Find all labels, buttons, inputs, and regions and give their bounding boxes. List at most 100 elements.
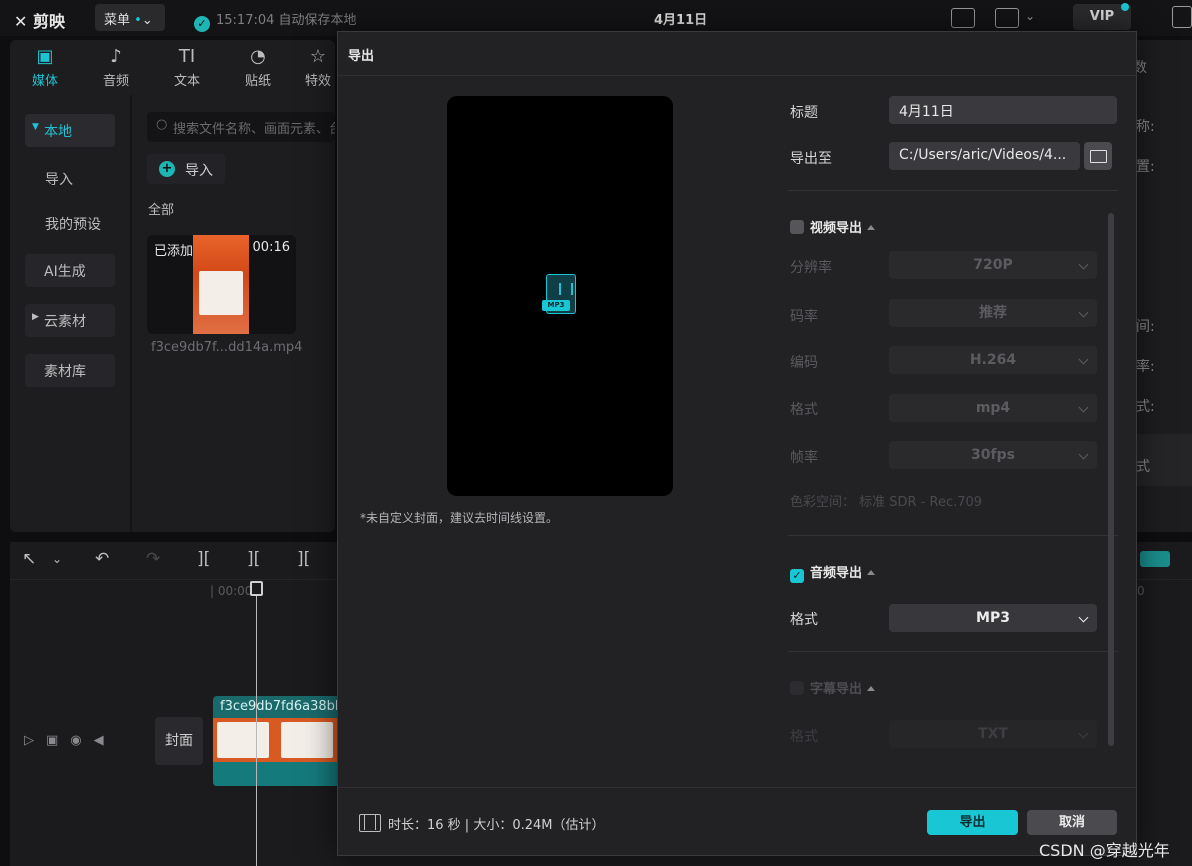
select-tool-icon[interactable]: ↖: [22, 549, 36, 569]
select-value: H.264: [969, 352, 1017, 368]
divider: [338, 787, 1136, 788]
tab-label: 特效: [304, 74, 331, 89]
tab-effects[interactable]: ☆ 特效: [300, 44, 336, 89]
media-thumbnail[interactable]: 已添加 00:16: [147, 235, 296, 334]
video-format-label: 格式: [790, 402, 818, 418]
search-input[interactable]: ○ 搜索文件名称、画面元素、台: [147, 112, 335, 142]
cancel-button[interactable]: 取消: [1027, 810, 1117, 835]
checkbox-unchecked-icon[interactable]: [790, 220, 804, 234]
video-track-icon[interactable]: ▷: [24, 733, 46, 748]
split-icon[interactable]: ][: [197, 549, 210, 569]
sidebar-item-presets[interactable]: 我的预设: [25, 207, 125, 240]
search-placeholder: 搜索文件名称、画面元素、台: [173, 122, 335, 137]
tab-text[interactable]: TI 文本: [158, 44, 216, 89]
window-restore-icon[interactable]: [1172, 6, 1192, 28]
playhead-handle[interactable]: [250, 581, 263, 596]
checkbox-checked-icon[interactable]: ✓: [790, 569, 804, 583]
tab-label: 文本: [173, 74, 200, 89]
keyboard-icon[interactable]: [951, 8, 975, 28]
redo-icon[interactable]: ↷: [146, 549, 160, 569]
export-button[interactable]: 导出: [927, 810, 1018, 835]
mp3-file-icon: MP3: [542, 274, 576, 316]
thumbnail-card: [199, 271, 243, 315]
volume-icon[interactable]: ◀: [94, 733, 116, 748]
clip-frame: [217, 722, 269, 758]
caret-right-icon: ▶: [32, 312, 39, 322]
select-value: 推荐: [979, 305, 1007, 321]
collapse-icon[interactable]: [867, 570, 876, 575]
watermark: CSDN @穿越光年: [1039, 841, 1170, 860]
tab-media[interactable]: ▣ 媒体: [16, 44, 74, 89]
playhead[interactable]: [256, 586, 257, 866]
chevron-down-icon[interactable]: ⌄: [52, 552, 62, 566]
framerate-select[interactable]: 30fps: [889, 441, 1097, 469]
export-path-input[interactable]: C:/Users/aric/Videos/4...: [889, 142, 1080, 170]
check-circle-icon: ✓: [194, 16, 210, 32]
logo-icon: ✕: [14, 12, 28, 31]
trim-right-icon[interactable]: ][: [297, 549, 310, 569]
collapse-icon[interactable]: [867, 225, 876, 230]
tab-label: 媒体: [31, 74, 58, 89]
video-export-toggle[interactable]: 视频导出: [790, 217, 876, 236]
caret-down-icon: ▼: [32, 122, 39, 132]
video-format-select[interactable]: mp4: [889, 394, 1097, 422]
menu-button[interactable]: 菜单 •⌄: [95, 4, 165, 31]
chevron-down-icon: [1078, 307, 1089, 318]
timeline-clip[interactable]: f3ce9db7fd6a38bb4: [213, 696, 341, 786]
codec-label: 编码: [790, 355, 818, 371]
sidebar-item-library[interactable]: 素材库: [25, 354, 115, 387]
clip-duration: 00:16: [252, 240, 290, 255]
resolution-select[interactable]: 720P: [889, 251, 1097, 279]
clip-name: f3ce9db7fd6a38bb4: [220, 699, 341, 714]
subtitle-export-toggle[interactable]: 字幕导出: [790, 678, 876, 697]
sidebar-item-label: 本地: [44, 124, 72, 140]
undo-icon[interactable]: ↶: [95, 549, 109, 569]
collapse-icon[interactable]: [867, 686, 876, 691]
tab-sticker[interactable]: ◔ 贴纸: [229, 44, 287, 89]
resolution-label: 分辨率: [790, 260, 832, 276]
subtitle-export-label: 字幕导出: [810, 682, 863, 697]
dot-icon: •: [134, 13, 142, 28]
audio-export-label: 音频导出: [810, 566, 863, 581]
sidebar-item-cloud[interactable]: ▶ 云素材: [25, 304, 115, 337]
clip-frames: [213, 718, 341, 762]
search-icon: ○: [156, 117, 168, 132]
thumbnail-image: [193, 235, 249, 334]
divider: [788, 190, 1118, 191]
trim-left-icon[interactable]: ][: [247, 549, 260, 569]
link-icon[interactable]: [1140, 551, 1170, 567]
chevron-down-icon[interactable]: ⌄: [1025, 9, 1035, 23]
panel-text: 间:: [1136, 319, 1155, 335]
lock-icon[interactable]: ▣: [46, 733, 70, 748]
subtitle-format-select[interactable]: TXT: [889, 720, 1097, 748]
vip-button[interactable]: VIP: [1073, 3, 1131, 30]
folder-icon[interactable]: [1084, 142, 1112, 170]
scrollbar[interactable]: [1108, 213, 1114, 746]
checkbox-unchecked-icon[interactable]: [790, 681, 804, 695]
export-summary: 时长：16 秒 | 大小：0.24M（估计）: [388, 818, 605, 833]
codec-select[interactable]: H.264: [889, 346, 1097, 374]
layout-icon[interactable]: [995, 8, 1019, 28]
vip-label: VIP: [1089, 9, 1115, 24]
dialog-title: 导出: [348, 49, 375, 64]
text-icon: TI: [178, 46, 196, 67]
sidebar-item-ai[interactable]: AI生成: [25, 254, 115, 287]
bitrate-select[interactable]: 推荐: [889, 299, 1097, 327]
eye-icon[interactable]: ◉: [70, 733, 93, 748]
sticker-icon: ◔: [250, 46, 266, 67]
tab-label: 贴纸: [244, 74, 271, 89]
cover-button[interactable]: 封面: [155, 717, 203, 765]
sidebar-item-import[interactable]: 导入: [25, 162, 115, 195]
tab-audio[interactable]: ♪ 音频: [87, 44, 145, 89]
sidebar-item-label: AI生成: [44, 264, 86, 280]
divider: [338, 75, 1136, 76]
panel-text: 率:: [1136, 359, 1155, 375]
import-button[interactable]: + 导入: [147, 154, 225, 184]
audio-export-toggle[interactable]: ✓ 音频导出: [790, 562, 876, 583]
title-input[interactable]: 4月11日: [889, 96, 1117, 124]
autosave-text: 15:17:04 自动保存本地: [216, 13, 357, 28]
cover-note: *未自定义封面，建议去时间线设置。: [360, 511, 559, 525]
plus-icon: +: [159, 161, 175, 177]
audio-format-select[interactable]: MP3: [889, 604, 1097, 632]
sidebar-item-local[interactable]: ▼ 本地: [25, 114, 115, 147]
